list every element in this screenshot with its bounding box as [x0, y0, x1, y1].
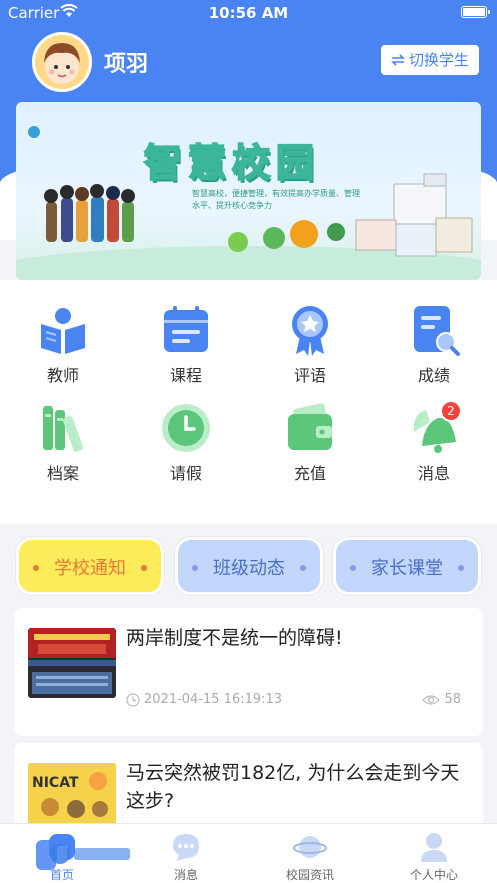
tab-dot [350, 565, 356, 571]
avatar[interactable] [32, 32, 92, 92]
grid-item-messages[interactable]: 2 消息 [386, 400, 482, 484]
switch-student-label: 切换学生 [408, 51, 469, 69]
clock-time: 10:56 AM [208, 4, 289, 22]
banner-subtitle: 智慧高校，便捷管理，有效提高办学质量、管理水平、提升核心竞争力 [192, 189, 360, 210]
battery-icon [461, 6, 490, 18]
person-icon [417, 830, 451, 864]
news-category-tabs: 学校通知 班级动态 家长课堂 [0, 537, 497, 595]
tab-dot [141, 565, 147, 571]
banner-title: 智慧校园 [143, 140, 321, 186]
tab-dot [33, 565, 39, 571]
grid-label: 教师 [46, 366, 79, 385]
bell-icon: 2 [408, 400, 462, 454]
clock-icon [126, 692, 140, 707]
award-star-icon [284, 304, 336, 356]
grid-item-teacher[interactable]: 教师 [15, 304, 111, 386]
grid-label: 评语 [293, 366, 326, 385]
article-date-text: 2021-04-15 16:19:13 [144, 692, 283, 707]
watermark-logo [36, 840, 130, 870]
article-date: 2021-04-15 16:19:13 [126, 692, 282, 707]
banner-carousel[interactable]: 智慧校园 智慧高校，便捷管理，有效提高办学质量、管理水平、提升核心竞争力 [16, 102, 481, 280]
article-card[interactable]: NICAT 马云突然被罚182亿, 为什么会走到今天这步? [14, 743, 483, 833]
grid-label: 课程 [169, 366, 202, 385]
teacher-book-icon [37, 304, 89, 356]
tabbar-profile[interactable]: 个人中心 [372, 824, 496, 883]
grid-label: 成绩 [417, 366, 450, 385]
grid-label: 充值 [293, 464, 326, 483]
tab-dot [458, 565, 464, 571]
article-thumbnail [28, 628, 116, 698]
status-bar: Carrier 10:56 AM [0, 0, 497, 26]
grid-item-archive[interactable]: 档案 [15, 402, 111, 484]
tab-label: 班级动态 [213, 558, 285, 579]
tabbar-label: 校园资讯 [285, 868, 334, 882]
clock-icon [160, 402, 212, 454]
grid-item-recharge[interactable]: 充值 [262, 402, 358, 484]
child-avatar-icon [35, 35, 89, 89]
tab-label: 家长课堂 [371, 558, 443, 579]
article-card[interactable]: 两岸制度不是统一的障碍! 2021-04-15 16:19:13 58 [14, 608, 483, 736]
grid-label: 消息 [417, 464, 450, 483]
grid-label: 请假 [169, 464, 202, 483]
tabbar-messages[interactable]: 消息 [124, 824, 248, 883]
grid-label: 档案 [46, 464, 79, 483]
grid-item-leave[interactable]: 请假 [138, 402, 234, 484]
article-views-count: 58 [444, 692, 461, 707]
article-views: 58 [422, 692, 461, 707]
eye-icon [422, 694, 441, 705]
tab-parent-class[interactable]: 家长课堂 [333, 537, 481, 595]
tabbar-label: 消息 [173, 868, 198, 882]
tab-dot [192, 565, 198, 571]
tabbar-campus-news[interactable]: 校园资讯 [248, 824, 372, 883]
user-name: 项羽 [104, 52, 149, 77]
unread-badge: 2 [440, 400, 462, 422]
books-icon [37, 402, 89, 454]
tabbar-label: 个人中心 [409, 868, 458, 882]
document-search-icon [408, 304, 460, 356]
wallet-icon [284, 402, 336, 454]
tab-dot [300, 565, 306, 571]
article-title: 马云突然被罚182亿, 为什么会走到今天这步? [126, 762, 460, 812]
grid-item-course[interactable]: 课程 [138, 304, 234, 386]
swap-arrows-icon [391, 54, 405, 66]
chat-icon [169, 830, 203, 864]
svg-text:NICAT: NICAT [32, 775, 79, 791]
planet-icon [293, 830, 327, 864]
calendar-icon [160, 304, 212, 356]
switch-student-button[interactable]: 切换学生 [380, 45, 479, 75]
tab-label: 学校通知 [54, 558, 126, 579]
article-title: 两岸制度不是统一的障碍! [126, 627, 343, 649]
grid-item-comment[interactable]: 评语 [262, 304, 358, 386]
tab-school-notice[interactable]: 学校通知 [16, 537, 164, 595]
tab-class-news[interactable]: 班级动态 [175, 537, 323, 595]
grid-item-grades[interactable]: 成绩 [386, 304, 482, 386]
